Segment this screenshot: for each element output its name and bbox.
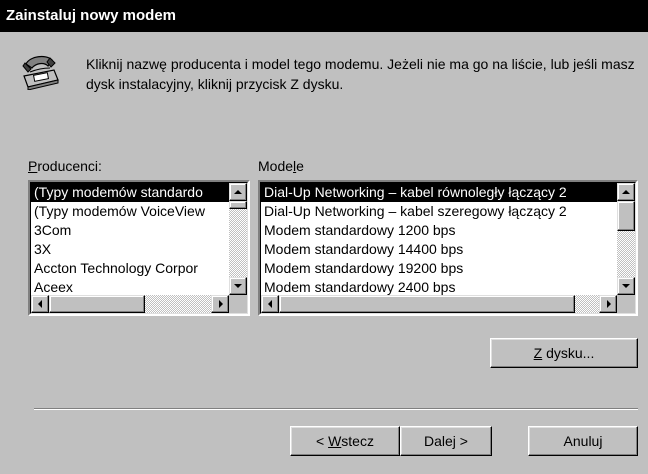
models-label: Modele	[258, 158, 304, 174]
scroll-thumb[interactable]	[617, 201, 635, 231]
scroll-right-button[interactable]	[211, 295, 229, 313]
scroll-up-button[interactable]	[229, 183, 247, 201]
list-item[interactable]: Modem standardowy 14400 bps	[261, 240, 617, 259]
scroll-left-button[interactable]	[261, 295, 279, 313]
intro-text: Kliknij nazwę producenta i model tego mo…	[86, 56, 635, 92]
scroll-down-button[interactable]	[617, 277, 635, 295]
list-item[interactable]: 3Com	[31, 221, 229, 240]
next-button[interactable]: Dalej >	[400, 426, 492, 456]
scroll-thumb[interactable]	[279, 295, 575, 313]
manufacturers-listbox[interactable]: (Typy modemów standardo (Typy modemów Vo…	[28, 180, 250, 316]
scroll-corner	[617, 295, 635, 313]
scroll-right-button[interactable]	[599, 295, 617, 313]
arrow-up-icon	[622, 190, 630, 194]
list-item[interactable]: 3X	[31, 240, 229, 259]
list-item[interactable]: Accton Technology Corpor	[31, 259, 229, 278]
models-listbox[interactable]: Dial-Up Networking – kabel równoległy łą…	[258, 180, 638, 316]
arrow-down-icon	[234, 284, 242, 288]
list-item[interactable]: Aceex	[31, 278, 229, 295]
list-item[interactable]: Modem standardowy 19200 bps	[261, 259, 617, 278]
have-disk-button[interactable]: Z dysku...	[490, 338, 638, 368]
cancel-button[interactable]: Anuluj	[528, 426, 638, 456]
scroll-up-button[interactable]	[617, 183, 635, 201]
list-item[interactable]: (Typy modemów VoiceView	[31, 202, 229, 221]
manufacturers-label: Producenci:	[28, 158, 102, 174]
separator	[34, 408, 638, 410]
modem-phone-icon	[20, 54, 60, 91]
scroll-thumb[interactable]	[229, 201, 247, 209]
list-item[interactable]: Dial-Up Networking – kabel szeregowy łąc…	[261, 202, 617, 221]
scroll-left-button[interactable]	[31, 295, 49, 313]
dialog-title: Zainstaluj nowy modem	[0, 0, 648, 32]
arrow-up-icon	[234, 190, 242, 194]
vertical-scrollbar[interactable]	[617, 183, 635, 295]
list-item[interactable]: Modem standardowy 1200 bps	[261, 221, 617, 240]
arrow-right-icon	[219, 300, 223, 308]
scroll-thumb[interactable]	[49, 295, 145, 313]
arrow-left-icon	[38, 300, 42, 308]
list-item[interactable]: (Typy modemów standardo	[31, 183, 229, 202]
scroll-down-button[interactable]	[229, 277, 247, 295]
horizontal-scrollbar[interactable]	[261, 295, 617, 313]
back-button[interactable]: < Wstecz	[290, 426, 400, 456]
arrow-right-icon	[607, 300, 611, 308]
list-item[interactable]: Modem standardowy 2400 bps	[261, 278, 617, 295]
arrow-left-icon	[268, 300, 272, 308]
horizontal-scrollbar[interactable]	[31, 295, 229, 313]
scroll-corner	[229, 295, 247, 313]
vertical-scrollbar[interactable]	[229, 183, 247, 295]
arrow-down-icon	[622, 284, 630, 288]
list-item[interactable]: Dial-Up Networking – kabel równoległy łą…	[261, 183, 617, 202]
